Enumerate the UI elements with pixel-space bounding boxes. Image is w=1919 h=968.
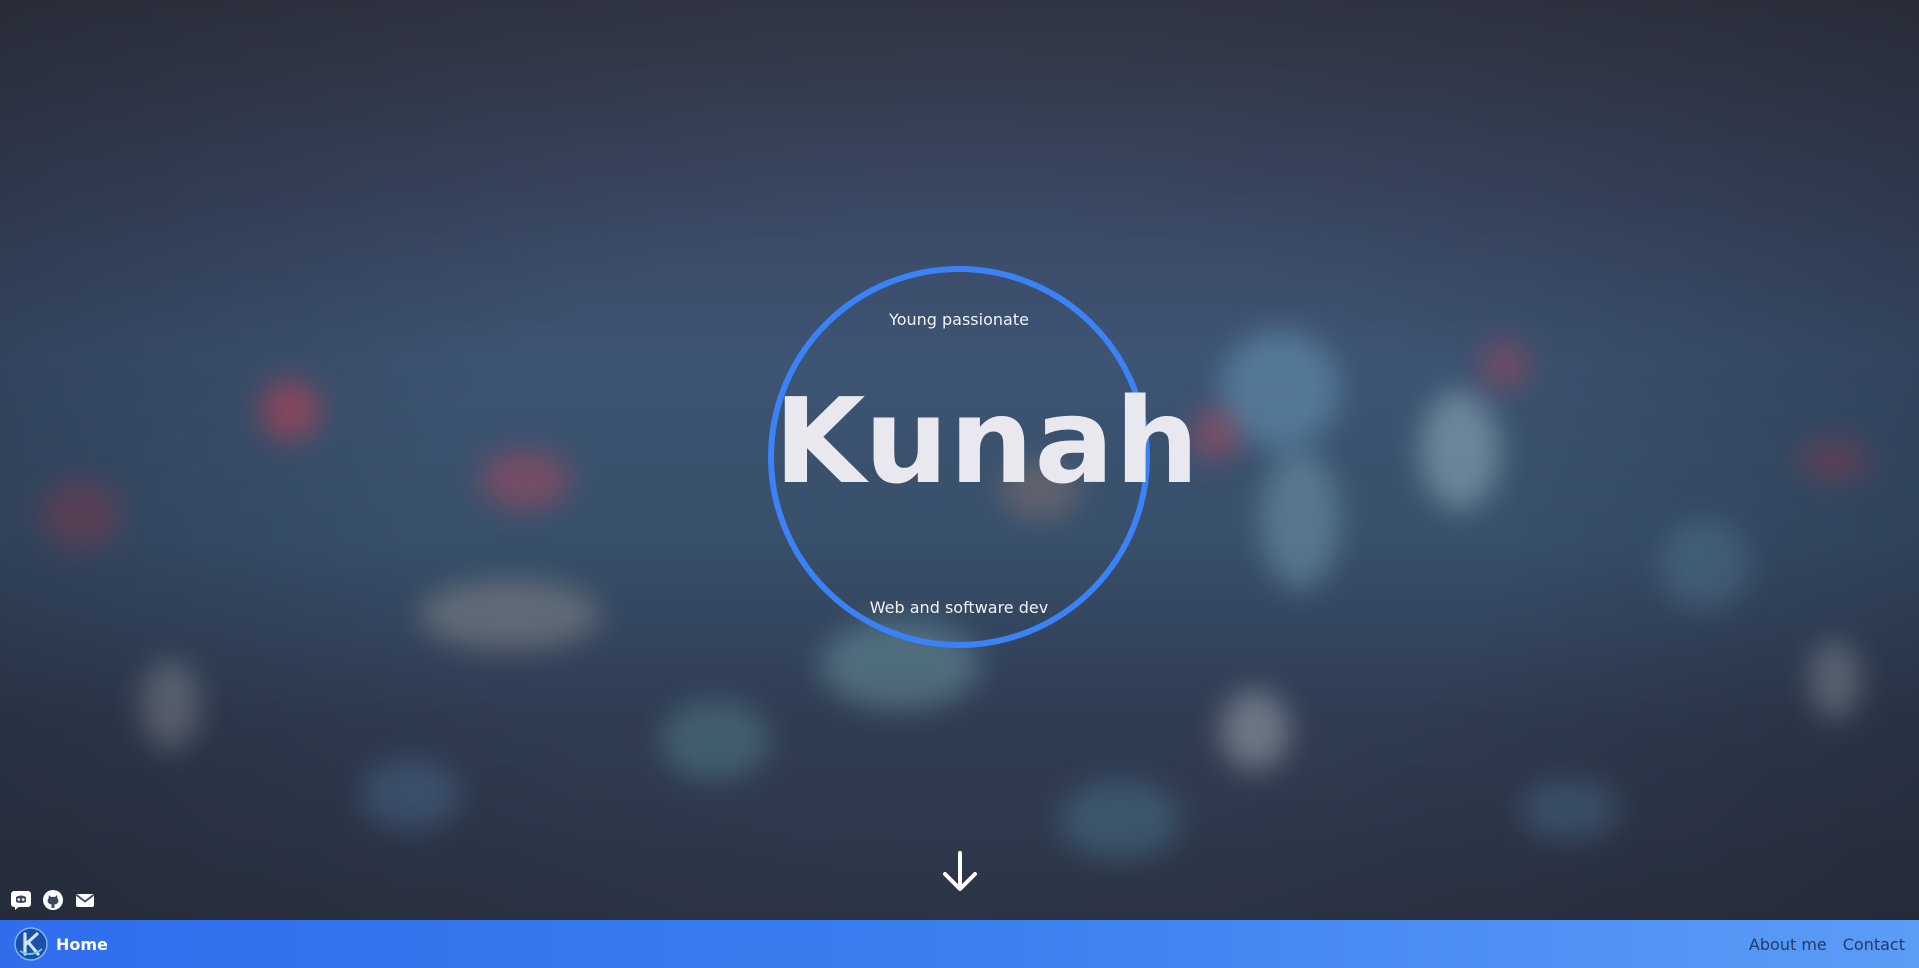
hero-title: Kunah [774,372,1201,510]
arrow-down-icon[interactable] [940,850,980,892]
mail-icon[interactable] [73,888,97,912]
nav-links: About me Contact [1749,935,1905,954]
nav-contact-link[interactable]: Contact [1843,935,1905,954]
hero-tagline-bottom: Web and software dev [869,598,1049,617]
social-links [9,888,97,912]
brand[interactable]: Home [14,927,108,961]
page: Young passionate Kunah Web and software … [0,0,1919,968]
kunah-logo[interactable] [14,927,48,961]
discord-icon[interactable] [9,888,33,912]
hero-tagline-top: Young passionate [889,310,1029,329]
hero-circle: Young passionate Kunah Web and software … [768,266,1201,648]
nav-home-link[interactable]: Home [56,935,108,954]
github-icon[interactable] [41,888,65,912]
nav-about-link[interactable]: About me [1749,935,1827,954]
bottom-navbar: Home About me Contact [0,920,1919,968]
